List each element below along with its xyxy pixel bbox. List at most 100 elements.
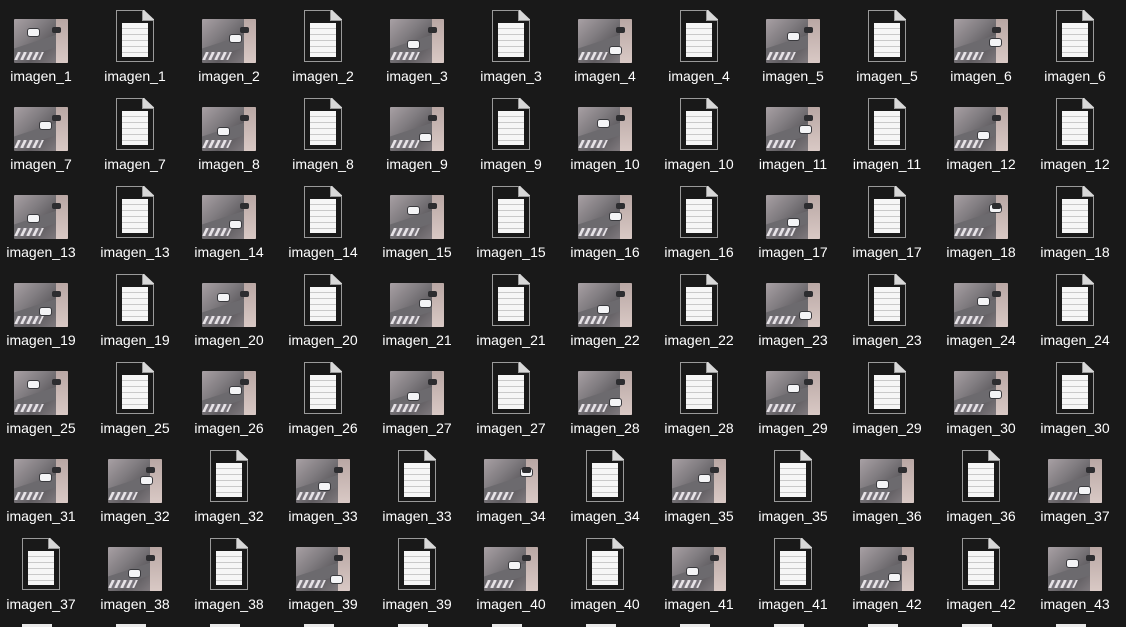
file-item[interactable]: imagen_22 (558, 264, 652, 352)
file-item[interactable]: imagen_22 (652, 264, 746, 352)
file-item[interactable]: imagen_21 (370, 264, 464, 352)
file-item[interactable]: imagen_14 (276, 176, 370, 264)
file-item[interactable]: imagen_4 (558, 0, 652, 88)
file-item[interactable]: imagen_26 (182, 352, 276, 440)
file-item[interactable]: imagen_9 (464, 88, 558, 176)
file-icon-area (276, 362, 370, 415)
file-item[interactable]: imagen_10 (652, 88, 746, 176)
file-item[interactable]: imagen_37 (1028, 440, 1122, 528)
file-item[interactable]: imagen_35 (746, 440, 840, 528)
text-document-icon (868, 274, 906, 326)
file-item[interactable]: imagen_43 (1028, 528, 1122, 616)
file-item[interactable]: imagen_25 (88, 352, 182, 440)
file-item[interactable]: imagen_40 (464, 528, 558, 616)
file-item[interactable]: imagen_13 (0, 176, 88, 264)
file-item[interactable]: imagen_38 (182, 528, 276, 616)
image-thumbnail-icon (484, 459, 538, 503)
file-item[interactable]: imagen_39 (276, 528, 370, 616)
file-item[interactable]: imagen_23 (840, 264, 934, 352)
file-item[interactable]: imagen_15 (370, 176, 464, 264)
file-item[interactable]: imagen_42 (934, 528, 1028, 616)
file-item[interactable]: imagen_3 (464, 0, 558, 88)
file-item[interactable]: imagen_10 (558, 88, 652, 176)
file-item[interactable]: imagen_21 (464, 264, 558, 352)
file-name-label: imagen_40 (476, 596, 546, 612)
file-item[interactable]: imagen_18 (934, 176, 1028, 264)
file-item[interactable]: imagen_16 (558, 176, 652, 264)
file-name-label: imagen_1 (104, 68, 166, 84)
file-item[interactable]: imagen_42 (840, 528, 934, 616)
file-item[interactable]: imagen_1 (0, 0, 88, 88)
file-item[interactable]: imagen_16 (652, 176, 746, 264)
file-item[interactable]: imagen_14 (182, 176, 276, 264)
file-item[interactable]: imagen_7 (0, 88, 88, 176)
file-item[interactable]: imagen_19 (88, 264, 182, 352)
image-thumbnail-icon (202, 195, 256, 239)
file-item[interactable]: imagen_4 (652, 0, 746, 88)
file-item[interactable]: imagen_41 (652, 528, 746, 616)
file-item[interactable]: imagen_36 (840, 440, 934, 528)
file-item[interactable]: imagen_3 (370, 0, 464, 88)
image-thumbnail-icon (578, 107, 632, 151)
file-item[interactable]: imagen_28 (558, 352, 652, 440)
file-item[interactable]: imagen_9 (370, 88, 464, 176)
file-item[interactable]: imagen_11 (840, 88, 934, 176)
file-item[interactable]: imagen_34 (464, 440, 558, 528)
file-item[interactable]: imagen_20 (276, 264, 370, 352)
text-document-icon (304, 98, 342, 150)
image-thumbnail-icon (14, 107, 68, 151)
file-item[interactable]: imagen_7 (88, 88, 182, 176)
file-item[interactable]: imagen_12 (1028, 88, 1122, 176)
file-item[interactable]: imagen_20 (182, 264, 276, 352)
file-item[interactable]: imagen_1 (88, 0, 182, 88)
file-item[interactable]: imagen_17 (840, 176, 934, 264)
file-item[interactable]: imagen_6 (1028, 0, 1122, 88)
file-item[interactable]: imagen_26 (276, 352, 370, 440)
file-item[interactable]: imagen_27 (370, 352, 464, 440)
file-item[interactable]: imagen_12 (934, 88, 1028, 176)
file-item[interactable]: imagen_32 (88, 440, 182, 528)
file-item[interactable]: imagen_38 (88, 528, 182, 616)
file-item[interactable]: imagen_33 (370, 440, 464, 528)
file-item[interactable]: imagen_5 (840, 0, 934, 88)
file-item[interactable]: imagen_24 (1028, 264, 1122, 352)
file-item[interactable]: imagen_34 (558, 440, 652, 528)
file-item[interactable]: imagen_24 (934, 264, 1028, 352)
file-item[interactable]: imagen_8 (276, 88, 370, 176)
file-icon-area (652, 459, 746, 503)
file-name-label: imagen_15 (382, 244, 452, 260)
file-item[interactable]: imagen_37 (0, 528, 88, 616)
file-item[interactable]: imagen_23 (746, 264, 840, 352)
file-name-label: imagen_29 (758, 420, 828, 436)
file-icon-area (840, 186, 934, 239)
file-icon-area (840, 274, 934, 327)
file-item[interactable]: imagen_30 (934, 352, 1028, 440)
file-item[interactable]: imagen_18 (1028, 176, 1122, 264)
file-item[interactable]: imagen_29 (840, 352, 934, 440)
file-item[interactable]: imagen_2 (182, 0, 276, 88)
file-item[interactable]: imagen_29 (746, 352, 840, 440)
file-item[interactable]: imagen_25 (0, 352, 88, 440)
file-item[interactable]: imagen_39 (370, 528, 464, 616)
file-item[interactable]: imagen_17 (746, 176, 840, 264)
file-item[interactable]: imagen_35 (652, 440, 746, 528)
file-item[interactable]: imagen_15 (464, 176, 558, 264)
file-item[interactable]: imagen_19 (0, 264, 88, 352)
file-item[interactable]: imagen_6 (934, 0, 1028, 88)
file-item[interactable]: imagen_32 (182, 440, 276, 528)
file-item[interactable]: imagen_5 (746, 0, 840, 88)
file-item[interactable]: imagen_27 (464, 352, 558, 440)
file-item[interactable]: imagen_13 (88, 176, 182, 264)
file-item[interactable]: imagen_31 (0, 440, 88, 528)
image-thumbnail-icon (578, 19, 632, 63)
file-item[interactable]: imagen_28 (652, 352, 746, 440)
file-item[interactable]: imagen_33 (276, 440, 370, 528)
file-item[interactable]: imagen_2 (276, 0, 370, 88)
file-item[interactable]: imagen_40 (558, 528, 652, 616)
file-item[interactable]: imagen_41 (746, 528, 840, 616)
file-item[interactable]: imagen_8 (182, 88, 276, 176)
file-item[interactable]: imagen_30 (1028, 352, 1122, 440)
file-item[interactable]: imagen_36 (934, 440, 1028, 528)
file-icon-area (934, 195, 1028, 239)
file-item[interactable]: imagen_11 (746, 88, 840, 176)
